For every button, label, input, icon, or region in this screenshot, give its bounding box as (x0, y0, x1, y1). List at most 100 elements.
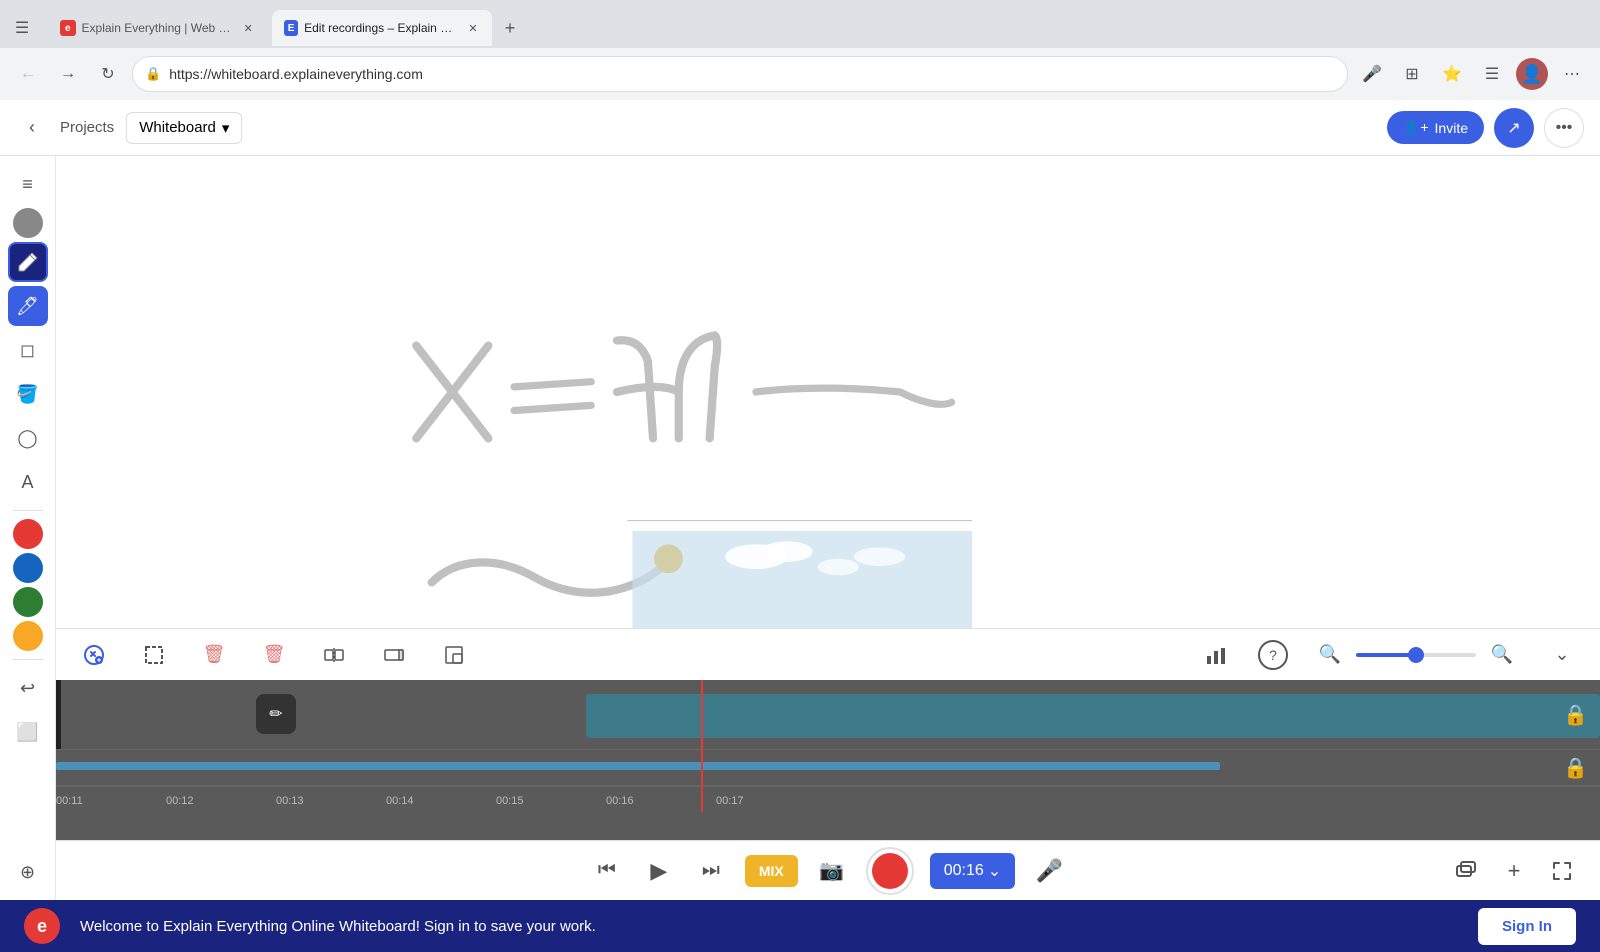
reload-button[interactable]: ↻ (92, 58, 124, 90)
fullscreen-btn[interactable] (1544, 853, 1580, 889)
timeline-marquee-btn[interactable] (136, 637, 172, 673)
color-swatch-gray[interactable] (13, 208, 43, 238)
new-tab-button[interactable]: + (496, 14, 524, 42)
color-swatch-green[interactable] (13, 587, 43, 617)
ee-logo: e (24, 908, 60, 944)
timeline-crop-btn[interactable] (436, 637, 472, 673)
timeline-delete-all-btn[interactable]: 🗑 (256, 637, 292, 673)
whiteboard-label: Whiteboard (139, 119, 216, 136)
color-swatch-yellow[interactable] (13, 621, 43, 651)
record-button[interactable] (866, 847, 914, 895)
forward-button[interactable]: → (52, 58, 84, 90)
frame-btn[interactable]: ⬜ (8, 712, 48, 752)
top-bar: ‹ Projects Whiteboard ▾ 👤+ Invite ↗ ••• (0, 100, 1600, 156)
delete-all-icon: 🗑 (263, 644, 286, 665)
extensions-btn[interactable]: ⊞ (1396, 58, 1428, 90)
undo-btn[interactable]: ↩ (8, 668, 48, 708)
back-button[interactable]: ← (12, 58, 44, 90)
text-tool-btn[interactable]: A (8, 462, 48, 502)
tab-bar-controls: ☰ (8, 14, 36, 42)
time-display[interactable]: 00:16 ⌄ (930, 853, 1015, 889)
pen-tool-btn[interactable] (8, 242, 48, 282)
playhead[interactable] (701, 680, 703, 812)
timeline-delete-btn[interactable]: 🗑 (196, 637, 232, 673)
zoom-in-btn[interactable]: ⊕ (8, 852, 48, 892)
whiteboard-title-btn[interactable]: Whiteboard ▾ (126, 112, 242, 144)
toolbar-divider-1 (13, 510, 43, 511)
microphone-btn[interactable]: 🎤 (1356, 58, 1388, 90)
back-to-projects-btn[interactable]: ‹ (16, 112, 48, 144)
color-swatch-red[interactable] (13, 519, 43, 549)
color-swatch-blue[interactable] (13, 553, 43, 583)
zoom-slider[interactable] (1356, 653, 1476, 657)
top-bar-right: 👤+ Invite ↗ ••• (1387, 108, 1584, 148)
ruler-tick-12: 00:12 (166, 795, 194, 807)
browser-menu-btn[interactable]: ⋯ (1556, 58, 1588, 90)
transport-bar: ⏮ ▶ ⏭ MIX 📷 (56, 840, 1600, 900)
share-button[interactable]: ↗ (1494, 108, 1534, 148)
collections-btn[interactable]: ☰ (1476, 58, 1508, 90)
whiteboard-dropdown-icon: ▾ (222, 119, 230, 137)
sidebar-toggle-btn[interactable]: ☰ (8, 14, 36, 42)
fullscreen-icon (1550, 859, 1574, 883)
timeline-split-btn[interactable] (316, 637, 352, 673)
video-camera-btn[interactable]: 📷 (814, 853, 850, 889)
address-bar: ← → ↻ 🔒 https://whiteboard.explaineveryt… (0, 48, 1600, 100)
time-value: 00:16 (944, 862, 984, 880)
track1-lock-icon: 🔒 (1563, 702, 1588, 727)
tab2-close-btn[interactable]: ✕ (466, 20, 480, 36)
microphone-transport-btn[interactable]: 🎤 (1031, 853, 1067, 889)
zoom-out-btn[interactable]: 🔍 (1312, 637, 1348, 673)
highlighter-tool-btn[interactable]: 🖊 (8, 286, 48, 326)
timeline-select-btn[interactable] (76, 637, 112, 673)
crop-icon (443, 644, 465, 666)
app-content: ‹ Projects Whiteboard ▾ 👤+ Invite ↗ ••• … (0, 100, 1600, 900)
overlay-icon (1454, 859, 1478, 883)
shape-tool-btn[interactable]: ◯ (8, 418, 48, 458)
mix-button[interactable]: MIX (745, 855, 798, 887)
profile-btn[interactable]: 👤 (1516, 58, 1548, 90)
rewind-btn[interactable]: ⏮ (589, 853, 625, 889)
add-clip-btn[interactable]: + (1496, 853, 1532, 889)
invite-button[interactable]: 👤+ Invite (1387, 111, 1484, 144)
sign-in-button[interactable]: Sign In (1478, 908, 1576, 945)
canvas-timeline-column: 🗑 🗑 (56, 156, 1600, 900)
transport-right-buttons: + (1448, 853, 1580, 889)
browser-chrome: ☰ e Explain Everything | Web W... ✕ E Ed… (0, 0, 1600, 100)
forward-btn[interactable]: ⏭ (693, 853, 729, 889)
edit-pencil-icon: ✏ (269, 704, 282, 724)
tab-bar: ☰ e Explain Everything | Web W... ✕ E Ed… (0, 0, 1600, 48)
eraser-icon: ◻ (20, 340, 35, 361)
timeline-area: ✏ 🔒 🔒 (56, 680, 1600, 840)
timeline-segment-main[interactable] (586, 694, 1600, 738)
split-icon (323, 644, 345, 666)
canvas-area[interactable] (56, 156, 1600, 628)
ruler-tick-13: 00:13 (276, 795, 304, 807)
more-options-button[interactable]: ••• (1544, 108, 1584, 148)
menu-tool-btn[interactable]: ≡ (8, 164, 48, 204)
rewind-icon: ⏮ (598, 859, 616, 882)
eraser-tool-btn[interactable]: ◻ (8, 330, 48, 370)
url-bar[interactable]: 🔒 https://whiteboard.explaineverything.c… (132, 56, 1348, 92)
timeline-trim-btn[interactable] (376, 637, 412, 673)
timeline-select-icon (82, 643, 106, 667)
projects-label[interactable]: Projects (60, 119, 114, 136)
favorites-btn[interactable]: ⭐ (1436, 58, 1468, 90)
sign-in-label: Sign In (1502, 918, 1552, 935)
tab1-title: Explain Everything | Web W... (82, 21, 235, 35)
edit-marker-btn[interactable]: ✏ (256, 694, 296, 734)
timeline-help-btn[interactable]: ? (1258, 640, 1288, 670)
tab1-close-btn[interactable]: ✕ (240, 20, 256, 36)
bottom-banner: e Welcome to Explain Everything Online W… (0, 900, 1600, 952)
timeline-chart-btn[interactable] (1198, 637, 1234, 673)
add-icon: + (1508, 858, 1521, 884)
trim-icon (383, 644, 405, 666)
zoom-in-timeline-btn[interactable]: 🔍 (1484, 637, 1520, 673)
fill-tool-btn[interactable]: 🪣 (8, 374, 48, 414)
overlay-btn[interactable] (1448, 853, 1484, 889)
play-btn[interactable]: ▶ (641, 853, 677, 889)
browser-tab-1[interactable]: e Explain Everything | Web W... ✕ (48, 10, 268, 46)
browser-tab-2[interactable]: E Edit recordings – Explain Everyth ✕ (272, 10, 492, 46)
delete-icon: 🗑 (203, 644, 226, 665)
timeline-collapse-btn[interactable]: ⌄ (1544, 637, 1580, 673)
